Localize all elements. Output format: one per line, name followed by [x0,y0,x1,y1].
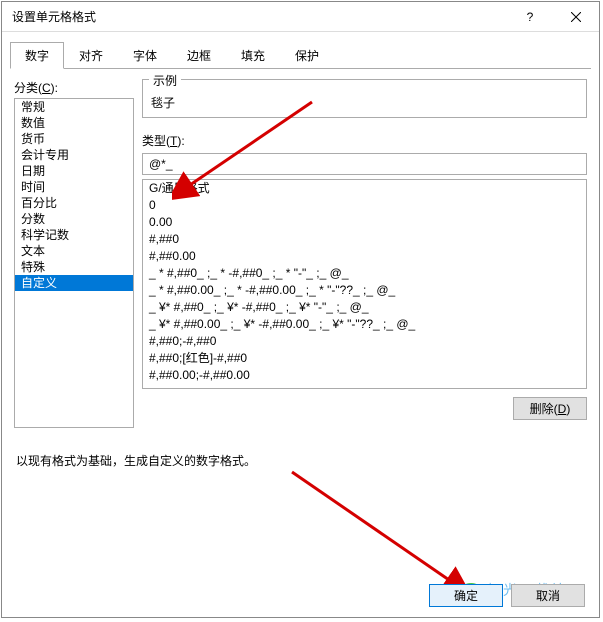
titlebar[interactable]: 设置单元格格式 ? [2,2,599,32]
help-text: 以现有格式为基础，生成自定义的数字格式。 [16,452,587,469]
format-item[interactable]: _ * #,##0.00_ ;_ * -#,##0.00_ ;_ * "-"??… [143,282,586,299]
format-item[interactable]: #,##0;[红色]-#,##0 [143,350,586,367]
sample-label: 示例 [149,72,181,89]
category-label: 分类(C): [14,79,134,96]
format-item[interactable]: #,##0.00;-#,##0.00 [143,367,586,384]
type-input[interactable] [142,153,587,175]
list-item[interactable]: 科学记数 [15,227,133,243]
tabbar: 数字 对齐 字体 边框 填充 保护 [10,42,591,69]
sample-box: 示例 毯子 [142,79,587,118]
format-item[interactable]: #,##0.00 [143,248,586,265]
tab-border[interactable]: 边框 [172,42,226,69]
list-item-selected[interactable]: 自定义 [15,275,133,291]
format-item[interactable]: 0 [143,197,586,214]
tab-font[interactable]: 字体 [118,42,172,69]
list-item[interactable]: 文本 [15,243,133,259]
tab-fill[interactable]: 填充 [226,42,280,69]
right-column: 示例 毯子 类型(T): G/通用格式 0 0.00 #,##0 #,##0.0… [142,79,587,428]
format-item[interactable]: #,##0 [143,231,586,248]
svg-text:?: ? [527,12,534,22]
format-item[interactable]: _ ¥* #,##0.00_ ;_ ¥* -#,##0.00_ ;_ ¥* "-… [143,316,586,333]
category-column: 分类(C): 常规 数值 货币 会计专用 日期 时间 百分比 分数 科学记数 文… [14,79,134,428]
list-item[interactable]: 日期 [15,163,133,179]
delete-button[interactable]: 删除(D) [513,397,587,420]
close-button[interactable] [553,2,599,32]
tab-protect[interactable]: 保护 [280,42,334,69]
format-listbox[interactable]: G/通用格式 0 0.00 #,##0 #,##0.00 _ * #,##0_ … [142,179,587,389]
close-icon [571,12,581,22]
format-item[interactable]: _ ¥* #,##0_ ;_ ¥* -#,##0_ ;_ ¥* "-"_ ;_ … [143,299,586,316]
tab-align[interactable]: 对齐 [64,42,118,69]
tab-underline [10,68,591,69]
list-item[interactable]: 特殊 [15,259,133,275]
list-item[interactable]: 分数 [15,211,133,227]
delete-row: 删除(D) [142,397,587,420]
help-icon: ? [525,12,535,22]
format-item[interactable]: _ * #,##0_ ;_ * -#,##0_ ;_ * "-"_ ;_ @_ [143,265,586,282]
tab-number[interactable]: 数字 [10,42,64,69]
cancel-button[interactable]: 取消 [511,584,585,607]
format-item[interactable]: 0.00 [143,214,586,231]
list-item[interactable]: 时间 [15,179,133,195]
footer-buttons: 确定 取消 [429,584,585,607]
category-listbox[interactable]: 常规 数值 货币 会计专用 日期 时间 百分比 分数 科学记数 文本 特殊 自定… [14,98,134,428]
body-area: 分类(C): 常规 数值 货币 会计专用 日期 时间 百分比 分数 科学记数 文… [2,69,599,428]
list-item[interactable]: 会计专用 [15,147,133,163]
list-item[interactable]: 百分比 [15,195,133,211]
format-cells-dialog: 设置单元格格式 ? 数字 对齐 字体 边框 填充 保护 分类(C): 常规 数值… [1,1,600,618]
format-item[interactable]: G/通用格式 [143,180,586,197]
window-title: 设置单元格格式 [12,8,507,25]
help-button[interactable]: ? [507,2,553,32]
type-label: 类型(T): [142,132,587,149]
sample-value: 毯子 [151,94,578,111]
ok-button[interactable]: 确定 [429,584,503,607]
format-item[interactable]: #,##0;-#,##0 [143,333,586,350]
list-item[interactable]: 数值 [15,115,133,131]
annotation-arrow-2 [282,462,472,602]
list-item[interactable]: 常规 [15,99,133,115]
list-item[interactable]: 货币 [15,131,133,147]
